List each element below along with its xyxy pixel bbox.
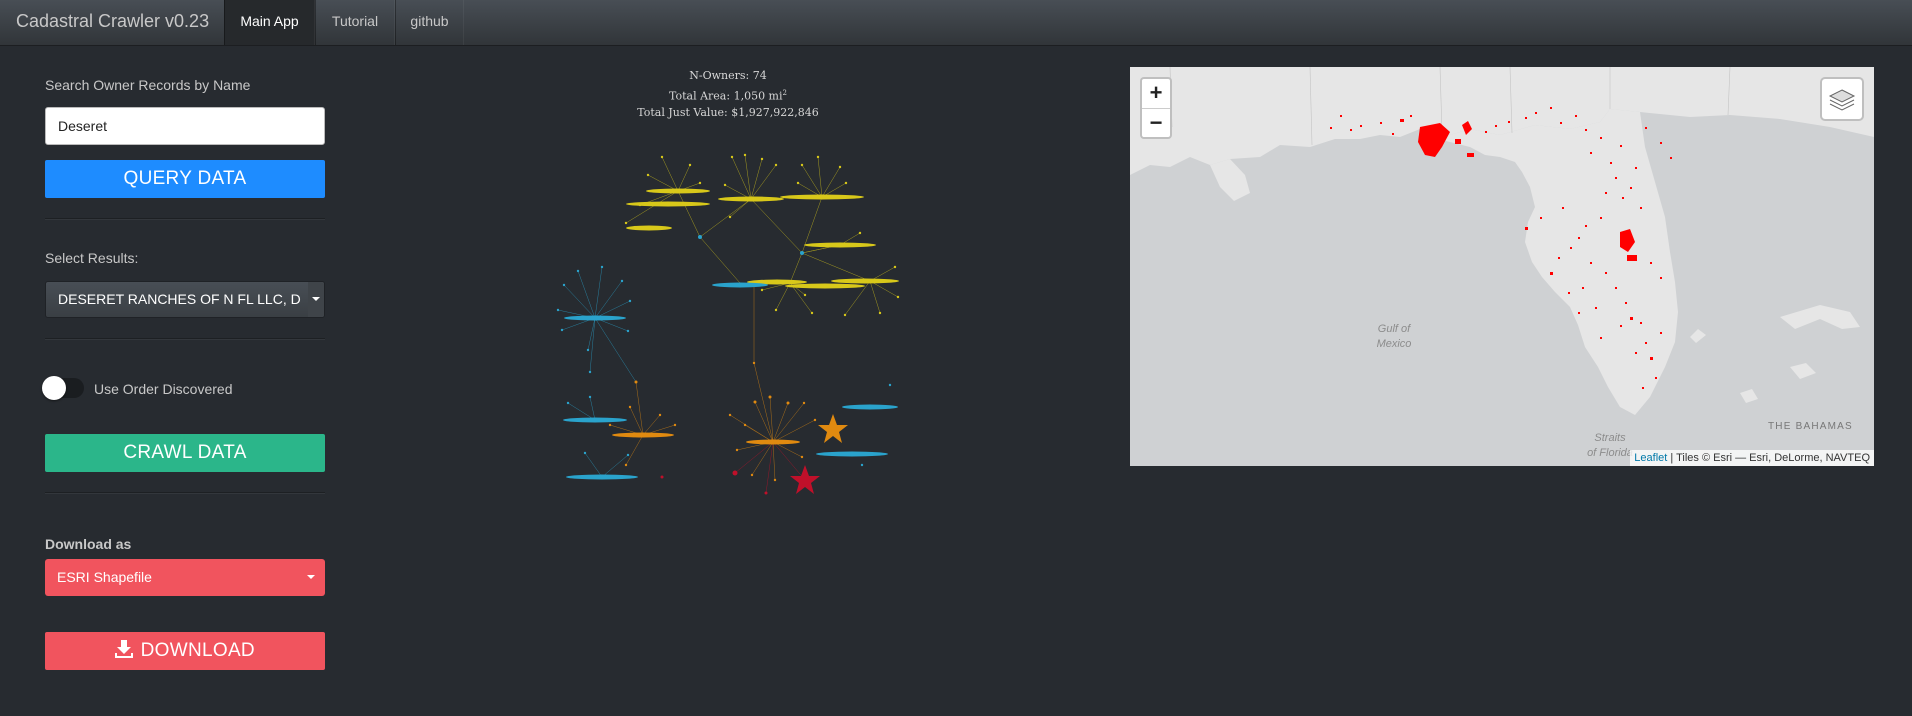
download-icon (115, 640, 134, 658)
toggle-knob[interactable] (42, 376, 66, 400)
network-node (816, 451, 888, 457)
total-area-text: Total Area: 1,050 mi2 (669, 88, 787, 103)
map-label-bahamas: THE BAHAMAS (1768, 421, 1853, 432)
zoom-in-button[interactable]: + (1142, 79, 1170, 109)
layers-button[interactable] (1820, 77, 1864, 121)
tab-github[interactable]: github (395, 0, 464, 45)
map-basemap (1130, 67, 1874, 466)
download-format-value: ESRI Shapefile (57, 569, 152, 585)
search-input[interactable]: Deseret (45, 107, 325, 145)
network-node (626, 201, 710, 207)
search-label: Search Owner Records by Name (45, 77, 251, 93)
network-node (746, 439, 800, 445)
map-label-gulf: Gulf of Mexico (1376, 323, 1412, 350)
network-stats: N-Owners: 74 Total Area: 1,050 mi2 Total… (560, 68, 896, 121)
map-attribution: Leaflet | Tiles © Esri — Esri, DeLorme, … (1630, 450, 1874, 466)
network-node (566, 474, 638, 480)
divider (45, 338, 325, 339)
select-results-dropdown[interactable]: DESERET RANCHES OF N FL LLC, D (45, 281, 325, 318)
caret-down-icon (308, 282, 324, 317)
download-button-label: DOWNLOAD (140, 640, 255, 661)
n-owners-text: N-Owners: 74 (689, 69, 767, 82)
owner-network-graph[interactable] (540, 135, 920, 505)
query-data-button[interactable]: QUERY DATA (45, 160, 325, 198)
network-node (785, 283, 865, 289)
tab-main-app[interactable]: Main App (224, 0, 315, 45)
caret-down-icon (307, 575, 315, 579)
network-node (563, 417, 627, 423)
use-order-toggle[interactable] (42, 376, 84, 400)
download-format-dropdown[interactable]: ESRI Shapefile (45, 559, 325, 596)
network-node (626, 225, 672, 231)
divider (45, 492, 325, 493)
network-node (804, 242, 876, 248)
network-node (842, 404, 898, 410)
zoom-out-button[interactable]: − (1142, 109, 1170, 138)
app-brand[interactable]: Cadastral Crawler v0.23 (16, 0, 209, 46)
network-node (831, 278, 899, 284)
download-as-label: Download as (45, 536, 132, 552)
layers-icon (1828, 89, 1856, 111)
navbar: Cadastral Crawler v0.23 Main App Tutoria… (0, 0, 1912, 46)
leaflet-link[interactable]: Leaflet (1634, 452, 1667, 464)
total-value-text: Total Just Value: $1,927,922,846 (637, 105, 819, 119)
select-results-value: DESERET RANCHES OF N FL LLC, D (58, 291, 301, 307)
network-node (712, 282, 768, 288)
network-node (646, 188, 710, 194)
network-node (564, 315, 626, 321)
leaflet-map[interactable]: Gulf of Mexico THE BAHAMAS Straits of Flor… (1130, 67, 1874, 466)
zoom-control: + − (1140, 77, 1172, 139)
network-node (718, 196, 784, 202)
download-button[interactable]: DOWNLOAD (45, 632, 325, 670)
crawl-data-button[interactable]: CRAWL DATA (45, 434, 325, 472)
network-node (612, 432, 674, 438)
network-star-node (818, 414, 848, 443)
network-node (780, 194, 864, 200)
toggle-label: Use Order Discovered (94, 381, 233, 397)
tab-tutorial[interactable]: Tutorial (315, 0, 395, 45)
divider (45, 218, 325, 219)
network-star-node (790, 465, 820, 494)
select-results-label: Select Results: (45, 250, 139, 266)
